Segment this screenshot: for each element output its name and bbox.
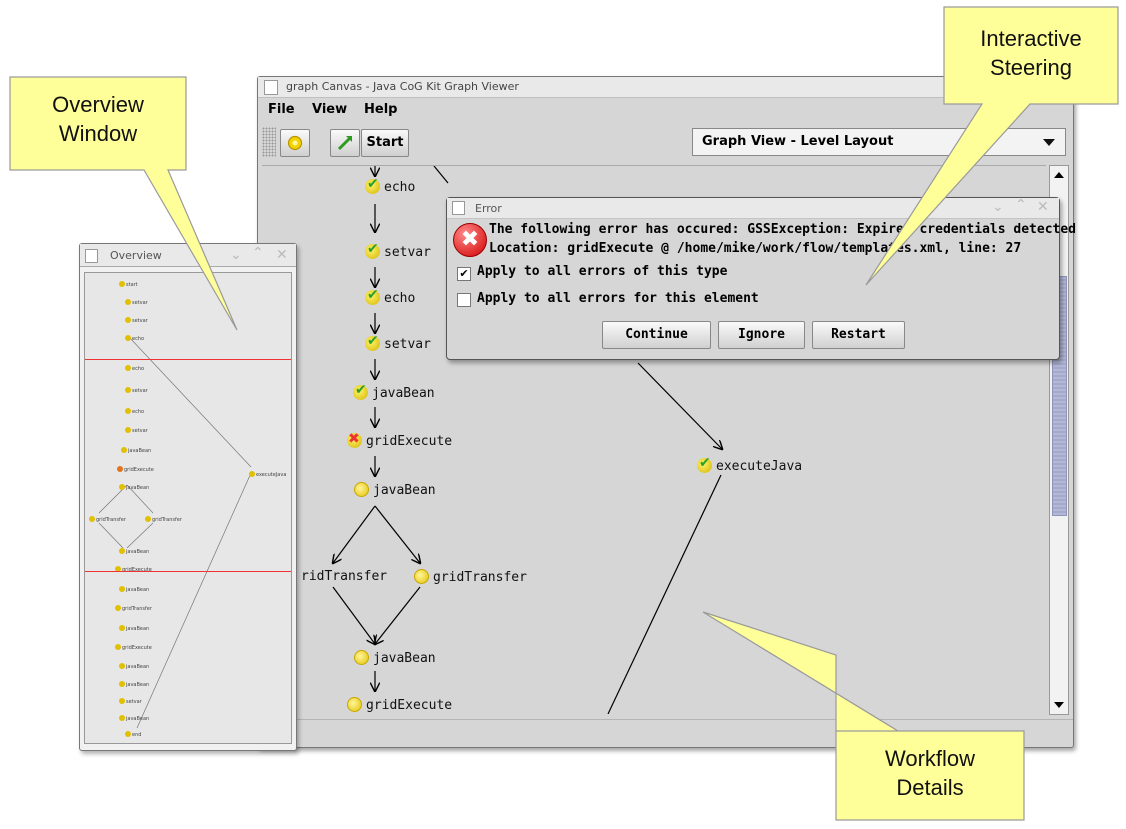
callout-line: Window [58,121,138,146]
callout-line: Interactive [980,26,1082,51]
callout-line: Details [896,775,964,800]
callout-line: Workflow [884,746,976,771]
steering-callout: Interactive Steering [944,24,1118,82]
overview-callout: Overview Window [10,90,186,148]
callout-line: Overview [52,92,144,117]
workflow-callout: Workflow Details [836,744,1024,802]
callout-line: Steering [990,55,1072,80]
